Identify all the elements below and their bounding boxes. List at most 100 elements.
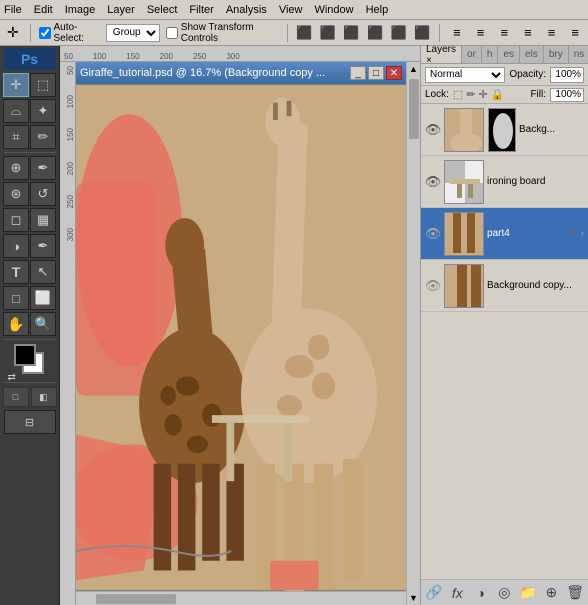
minimize-button[interactable]: _ <box>350 66 366 80</box>
layer-item[interactable]: 👁 Backg... <box>421 104 588 156</box>
align-left-icon[interactable]: ⬛ <box>295 23 313 43</box>
adjustment-button[interactable]: ◎ <box>496 584 514 602</box>
blend-mode-select[interactable]: Normal Multiply Screen <box>425 67 505 83</box>
history-tab-short[interactable]: h <box>482 46 499 63</box>
fx-button[interactable]: fx <box>449 584 467 602</box>
quick-mask-mode[interactable]: ◧ <box>31 387 57 407</box>
lock-transparent-icon[interactable]: ⬚ <box>453 88 463 101</box>
new-layer-button[interactable]: ⊕ <box>543 584 561 602</box>
align-middle-icon[interactable]: ⬛ <box>390 23 408 43</box>
restore-button[interactable]: □ <box>368 66 384 80</box>
auto-select-checkbox[interactable] <box>39 27 51 39</box>
align-right-icon[interactable]: ⬛ <box>343 23 361 43</box>
menu-help[interactable]: Help <box>366 4 389 16</box>
scrollbar-v-down[interactable]: ▼ <box>409 593 418 603</box>
close-button[interactable]: ✕ <box>386 66 402 80</box>
layers-blend-controls: Normal Multiply Screen Opacity: <box>421 64 588 86</box>
gradient-tool[interactable]: ▦ <box>30 208 56 232</box>
distribute-center-icon[interactable]: ≡ <box>472 23 490 43</box>
tab-bry[interactable]: bry <box>544 46 569 63</box>
align-center-icon[interactable]: ⬛ <box>319 23 337 43</box>
opacity-input[interactable] <box>550 67 584 83</box>
shape-tool[interactable]: □ <box>3 286 29 310</box>
distribute-bottom-icon[interactable]: ≡ <box>566 23 584 43</box>
eyedropper-tool[interactable]: ✏ <box>30 125 56 149</box>
tool-row-3: ⌗ ✏ <box>0 125 59 149</box>
magic-wand-tool[interactable]: ✦ <box>30 99 56 123</box>
transform-checkbox[interactable] <box>166 27 178 39</box>
layer-item[interactable]: 👁 ironing board <box>421 156 588 208</box>
mask-button[interactable]: ◑ <box>472 584 490 602</box>
scrollbar-v-up[interactable]: ▲ <box>409 64 418 74</box>
canvas-content: 50 100 150 200 250 300 Giraffe_tutorial.… <box>60 62 420 605</box>
rect-tool[interactable]: ⬜ <box>30 286 56 310</box>
lock-all-icon[interactable]: 🔒 <box>491 88 505 101</box>
history-brush-tool[interactable]: ↺ <box>30 182 56 206</box>
channels-tab-short[interactable]: or <box>462 46 482 63</box>
menu-view[interactable]: View <box>279 4 303 16</box>
menu-edit[interactable]: Edit <box>34 4 53 16</box>
document-title: Giraffe_tutorial.psd @ 16.7% (Background… <box>80 67 325 79</box>
clone-tool[interactable]: ⊛ <box>3 182 29 206</box>
scrollbar-h-thumb[interactable] <box>96 594 176 604</box>
menu-file[interactable]: File <box>4 4 22 16</box>
layer-item[interactable]: 👁 part4 fx › <box>421 208 588 260</box>
menu-image[interactable]: Image <box>65 4 96 16</box>
lock-position-icon[interactable]: ✛ <box>479 88 488 101</box>
swap-colors-icon[interactable]: ⇄ <box>8 372 16 383</box>
align-top-icon[interactable]: ⬛ <box>366 23 384 43</box>
tool-row-4: ⊕ ✒ <box>0 156 59 180</box>
hand-tool[interactable]: ✋ <box>3 312 29 336</box>
scrollbar-v-thumb[interactable] <box>409 79 419 139</box>
zoom-tool[interactable]: 🔍 <box>30 312 56 336</box>
ruler-vertical: 50 100 150 200 250 300 <box>60 62 76 605</box>
crop-tool[interactable]: ⌗ <box>3 125 29 149</box>
eraser-tool[interactable]: ◻ <box>3 208 29 232</box>
pen-tool[interactable]: ✒ <box>30 234 56 258</box>
align-bottom-icon[interactable]: ⬛ <box>414 23 432 43</box>
layer-visibility-eye[interactable]: 👁 <box>425 226 441 242</box>
scrollbar-vertical[interactable]: ▲ ▼ <box>406 62 420 605</box>
path-select-tool[interactable]: ↖ <box>30 260 56 284</box>
layer-visibility-eye[interactable]: 👁 <box>425 122 441 138</box>
screen-mode-btn[interactable]: ⊟ <box>4 410 56 434</box>
fill-input[interactable] <box>550 88 584 102</box>
menu-select[interactable]: Select <box>147 4 178 16</box>
tab-es[interactable]: es <box>498 46 520 63</box>
window-controls: _ □ ✕ <box>350 66 402 80</box>
auto-select-dropdown[interactable]: Group Layer <box>106 24 160 42</box>
foreground-color-swatch[interactable] <box>14 344 36 366</box>
type-tool[interactable]: T <box>3 260 29 284</box>
lock-image-icon[interactable]: ✏ <box>466 88 475 101</box>
menu-layer[interactable]: Layer <box>107 4 135 16</box>
menu-analysis[interactable]: Analysis <box>226 4 267 16</box>
heal-tool[interactable]: ⊕ <box>3 156 29 180</box>
move-tool[interactable]: ✛ <box>3 73 29 97</box>
lasso-tool[interactable]: ⌓ <box>3 99 29 123</box>
link-layers-button[interactable]: 🔗 <box>425 584 443 602</box>
layer-fx-badge[interactable]: fx <box>570 228 578 239</box>
distribute-top-icon[interactable]: ≡ <box>519 23 537 43</box>
scrollbar-horizontal[interactable] <box>76 591 406 605</box>
group-button[interactable]: 📁 <box>519 584 537 602</box>
layer-visibility-eye[interactable]: 👁 <box>425 278 441 294</box>
tab-ns[interactable]: ns <box>569 46 588 63</box>
standard-mode[interactable]: □ <box>3 387 29 407</box>
dodge-tool[interactable]: ◑ <box>3 234 29 258</box>
distribute-left-icon[interactable]: ≡ <box>448 23 466 43</box>
distribute-middle-icon[interactable]: ≡ <box>543 23 561 43</box>
layer-visibility-eye[interactable]: 👁 <box>425 174 441 190</box>
document-titlebar: Giraffe_tutorial.psd @ 16.7% (Background… <box>76 62 406 84</box>
document-body[interactable] <box>76 84 406 591</box>
select-tool[interactable]: ⬚ <box>30 73 56 97</box>
menu-filter[interactable]: Filter <box>189 4 213 16</box>
distribute-right-icon[interactable]: ≡ <box>495 23 513 43</box>
layer-name: part4 <box>487 228 567 239</box>
layers-tab[interactable]: Layers × <box>421 46 462 63</box>
layer-item[interactable]: 👁 Background copy... <box>421 260 588 312</box>
mode-row: □ ◧ <box>3 387 57 407</box>
brush-tool[interactable]: ✒ <box>30 156 56 180</box>
tab-els[interactable]: els <box>520 46 544 63</box>
delete-layer-button[interactable]: 🗑 <box>566 584 584 602</box>
menu-window[interactable]: Window <box>314 4 353 16</box>
